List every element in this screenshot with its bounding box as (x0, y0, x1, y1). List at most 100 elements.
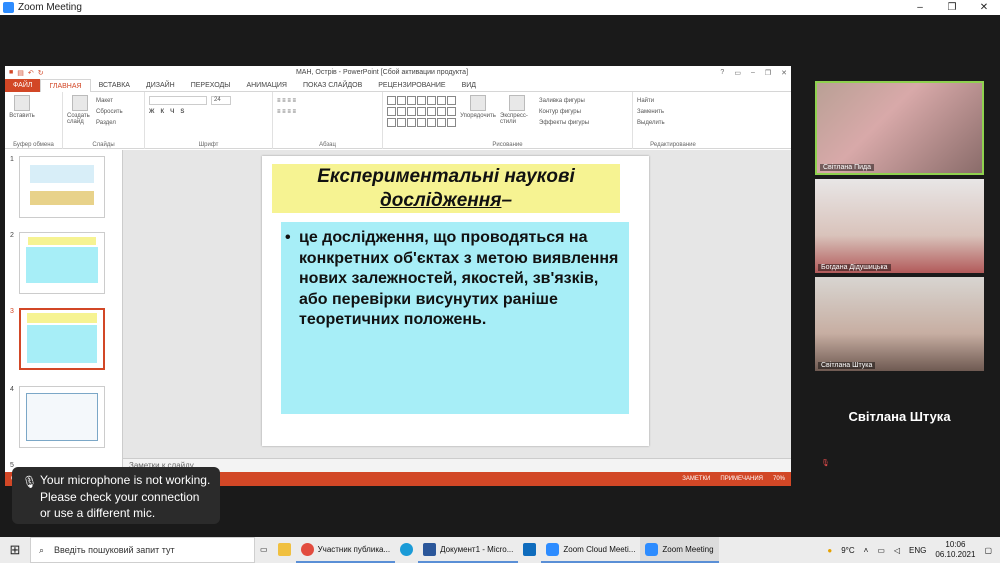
ribbon-group-drawing: Упорядочить Экспресс-стили Заливка фигур… (383, 92, 633, 149)
slide-canvas[interactable]: Експериментальні наукові дослідження– • … (123, 150, 791, 472)
taskbar-item-zoom-cloud-label: Zoom Cloud Meeti... (563, 544, 636, 554)
slide-thumbnails-pane[interactable]: 1 2 3 4 5 (5, 150, 123, 472)
minimize-button[interactable]: – (904, 2, 936, 13)
mail-icon[interactable] (518, 537, 541, 563)
mic-warning-toast[interactable]: 🎙 Your microphone is not working. Please… (12, 467, 220, 524)
thumb-number-1: 1 (10, 156, 14, 163)
section-button[interactable]: Раздел (96, 117, 123, 128)
zoom-meeting-icon (645, 542, 659, 556)
slide-thumbnail-4[interactable] (19, 386, 105, 448)
slide-thumbnail-1[interactable] (19, 156, 105, 218)
thumb-number-4: 4 (10, 386, 14, 393)
paste-label: Вставить (9, 113, 35, 119)
bold-button[interactable]: Ж (149, 109, 154, 115)
taskbar-item-chrome[interactable]: Участник публика... (295, 537, 396, 563)
participant-video-4-off[interactable]: Світлана Штука 🎙 (815, 375, 984, 469)
select-button[interactable]: Выделить (637, 117, 709, 128)
weather-temp[interactable]: 9°C (841, 546, 854, 555)
zoom-cloud-icon (546, 542, 560, 556)
file-explorer-icon[interactable] (273, 537, 296, 563)
underline-button[interactable]: Ч (170, 109, 174, 115)
network-icon[interactable]: ▭ (877, 546, 885, 555)
ribbon-group-editing: Найти Заменить Выделить Редактирование (633, 92, 713, 149)
undo-icon[interactable]: ↶ (28, 69, 34, 77)
zoom-titlebar: Zoom Meeting – ❐ ✕ (0, 0, 1000, 15)
participant-name-1: Світлана Пида (820, 164, 874, 171)
close-button[interactable]: ✕ (968, 2, 1000, 13)
slide-notes[interactable]: Заметки к слайду (123, 458, 791, 472)
notifications-icon[interactable]: ▢ (984, 546, 992, 555)
zoom-level[interactable]: 70% (773, 476, 785, 482)
italic-button[interactable]: К (160, 109, 164, 115)
ppt-maximize-button[interactable]: ❐ (765, 69, 771, 77)
comments-toggle[interactable]: ПРИМЕЧАНИЯ (720, 476, 763, 482)
taskbar-item-zoom-meeting[interactable]: Zoom Meeting (640, 537, 719, 563)
participant-video-3[interactable]: Світлана Штука (815, 277, 984, 371)
shapes-gallery[interactable] (387, 96, 456, 128)
maximize-button[interactable]: ❐ (936, 2, 968, 13)
group-label-paragraph: Абзац (319, 142, 336, 148)
tab-home[interactable]: ГЛАВНАЯ (40, 78, 91, 92)
new-slide-button[interactable]: Создать слайд (67, 95, 93, 128)
tab-animation[interactable]: АНИМАЦИЯ (238, 79, 295, 92)
font-name-input[interactable] (149, 96, 207, 105)
font-size-input[interactable]: 24 (211, 96, 231, 105)
arrange-icon (470, 95, 486, 111)
slide-thumbnail-2[interactable] (19, 232, 105, 294)
shared-powerpoint-window[interactable]: ■ ▤ ↶ ↻ МАН, Острів - PowerPoint [Сбой а… (5, 66, 791, 486)
edge-icon[interactable] (395, 537, 418, 563)
taskbar-item-zoom-cloud[interactable]: Zoom Cloud Meeti... (541, 537, 641, 563)
notes-toggle[interactable]: ЗАМЕТКИ (682, 476, 710, 482)
slide-thumbnail-3-selected[interactable] (19, 308, 105, 370)
participant-name-3: Світлана Штука (818, 362, 876, 369)
ppt-document-title: МАН, Острів - PowerPoint [Сбой активации… (295, 69, 469, 76)
ribbon-display-icon[interactable]: ▭ (734, 69, 741, 77)
shape-effects-button[interactable]: Эффекты фигуры (539, 117, 589, 128)
quick-styles-button[interactable]: Экспресс-стили (500, 95, 534, 128)
paste-button[interactable]: Вставить (9, 95, 35, 119)
participant-video-1[interactable]: Світлана Пида (815, 81, 984, 175)
find-button[interactable]: Найти (637, 95, 709, 106)
slide-body[interactable]: • це дослідження, що проводяться на конк… (281, 222, 629, 414)
participant-video-2[interactable]: Богдана Дідушицька (815, 179, 984, 273)
tab-view[interactable]: ВИД (454, 79, 484, 92)
current-slide[interactable]: Експериментальні наукові дослідження– • … (262, 156, 649, 446)
tab-design[interactable]: ДИЗАЙН (138, 79, 183, 92)
arrange-button[interactable]: Упорядочить (460, 95, 496, 128)
help-icon[interactable]: ? (720, 69, 724, 77)
clipboard-icon (14, 95, 30, 111)
tab-insert[interactable]: ВСТАВКА (91, 79, 138, 92)
strikethrough-button[interactable]: S (180, 109, 184, 115)
tab-file[interactable]: ФАЙЛ (5, 78, 41, 92)
ppt-close-button[interactable]: ✕ (781, 69, 787, 77)
taskbar-clock[interactable]: 10:06 06.10.2021 (935, 540, 975, 560)
language-indicator[interactable]: ENG (909, 546, 926, 555)
tab-transitions[interactable]: ПЕРЕХОДЫ (183, 79, 239, 92)
replace-button[interactable]: Заменить (637, 106, 709, 117)
list-buttons[interactable]: ≡ ≡ ≡ ≡ (277, 95, 378, 106)
muted-mic-icon: 🎙 (821, 460, 830, 467)
tray-overflow-icon[interactable]: ˄ (864, 546, 869, 555)
align-buttons[interactable]: ≡ ≡ ≡ ≡ (277, 106, 378, 117)
taskbar-item-zoom-meeting-label: Zoom Meeting (662, 544, 714, 554)
save-icon[interactable]: ▤ (17, 69, 24, 77)
taskbar-item-word[interactable]: Документ1 - Micro... (418, 537, 519, 563)
slide-title[interactable]: Експериментальні наукові дослідження– (272, 164, 620, 213)
weather-icon[interactable]: ● (827, 546, 832, 555)
tab-slideshow[interactable]: ПОКАЗ СЛАЙДОВ (295, 79, 370, 92)
group-label-slides: Слайды (92, 142, 115, 148)
volume-icon[interactable]: ◁ (894, 546, 900, 555)
reset-button[interactable]: Сбросить (96, 106, 123, 117)
quick-styles-icon (509, 95, 525, 111)
shape-fill-button[interactable]: Заливка фигуры (539, 95, 589, 106)
ppt-minimize-button[interactable]: – (751, 69, 755, 77)
windows-start-icon[interactable]: ⊞ (0, 542, 30, 558)
layout-button[interactable]: Макет (96, 95, 123, 106)
shape-effects-label: Эффекты фигуры (539, 119, 590, 126)
taskbar-search-box[interactable]: ⌕ Введіть пошуковий запит тут (30, 537, 255, 563)
quick-access-toolbar: ■ ▤ ↶ ↻ (9, 69, 44, 77)
task-view-icon[interactable]: ▭ (255, 537, 273, 563)
microphone-warning-icon: 🎙 (22, 475, 38, 489)
tab-review[interactable]: РЕЦЕНЗИРОВАНИЕ (370, 79, 453, 92)
shape-outline-button[interactable]: Контур фигуры (539, 106, 589, 117)
